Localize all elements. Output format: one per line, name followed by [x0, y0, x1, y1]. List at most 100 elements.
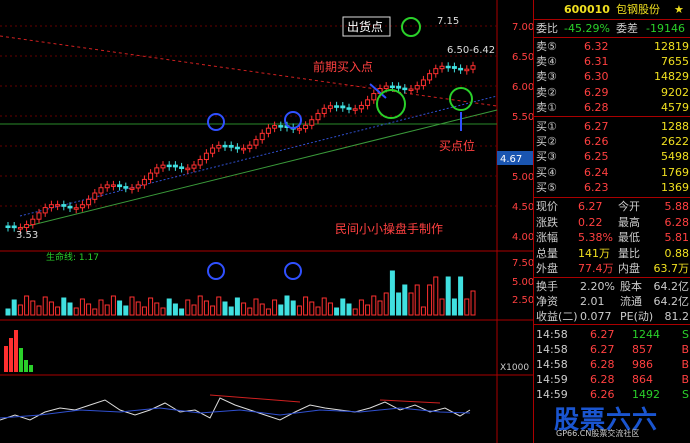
- bid-price: 6.23: [584, 180, 609, 194]
- uptrend-line: [19, 109, 498, 229]
- volume-bar: [290, 300, 296, 316]
- candle: [160, 164, 166, 169]
- ask-volume: 4579: [661, 100, 689, 114]
- candle: [439, 65, 445, 70]
- star-icon[interactable]: ★: [674, 2, 684, 17]
- candle: [296, 128, 302, 131]
- candle: [389, 85, 395, 89]
- candle: [241, 147, 247, 151]
- resistance-line: [0, 35, 498, 107]
- volume-bar: [234, 297, 240, 316]
- bid-label: 买⑤: [536, 180, 557, 194]
- fund-label: 净资: [536, 295, 558, 308]
- prior-buy-circle: [376, 89, 406, 119]
- stat-value: 6.28: [664, 215, 690, 229]
- bid-volume: 2622: [661, 135, 689, 149]
- volume-bar: [36, 305, 42, 316]
- quote-header: 600010 包钢股份 ★: [534, 2, 690, 17]
- stat-row: 总量 141万 量比 0.88: [534, 246, 690, 261]
- volume-bar: [352, 308, 358, 316]
- volume-bar: [86, 303, 92, 316]
- volume-bar: [402, 284, 408, 316]
- fundamental-row: 收益(二) 0.077 PE(动) 81.2: [534, 309, 690, 324]
- ask-label: 卖①: [536, 100, 557, 114]
- candle: [433, 68, 439, 75]
- candle: [24, 224, 30, 229]
- ask-row: 卖⑤ 6.32 12819: [534, 39, 690, 54]
- tick-time: 14:58: [536, 328, 568, 341]
- range-label: 6.50-6.42: [447, 45, 495, 56]
- price-tick: 5.50: [512, 112, 533, 123]
- watermark-label: 民间小小操盘手制作: [335, 221, 443, 236]
- stat-label: 量比: [618, 246, 640, 260]
- candle: [148, 172, 154, 180]
- volume-bar: [253, 298, 259, 316]
- candle: [185, 167, 191, 171]
- volume-bar: [358, 299, 364, 316]
- volume-bar: [309, 301, 315, 316]
- volume-bar: [73, 307, 79, 316]
- candle: [191, 164, 197, 169]
- bid-row: 买⑤ 6.23 1369: [534, 180, 690, 195]
- volume-bar: [346, 303, 352, 316]
- fund-label: 收益(二): [536, 310, 578, 323]
- volume-bar: [439, 298, 445, 316]
- candle: [135, 184, 141, 189]
- volume-bar: [241, 302, 247, 316]
- fund-label: 股本: [620, 280, 642, 293]
- candle: [203, 152, 209, 161]
- kline-chart[interactable]: 7.00 6.50 6.00 5.50 5.00 4.50 4.00 4.67 …: [0, 0, 533, 443]
- tick-volume: 986: [632, 358, 653, 371]
- volume-bar: [166, 298, 172, 316]
- candle: [48, 204, 54, 209]
- candle: [272, 125, 278, 129]
- ask-label: 卖⑤: [536, 40, 557, 53]
- volume-bar: [5, 308, 11, 316]
- volume-bar: [104, 304, 110, 316]
- volume-bar: [197, 295, 203, 316]
- tick-row: 14:58 6.27 857 B: [534, 342, 690, 357]
- candle: [371, 93, 377, 101]
- price-tick: 5.00: [512, 172, 533, 183]
- prior-buy-label: 前期买入点: [313, 59, 373, 74]
- fund-value: 64.2亿: [653, 295, 690, 308]
- volume-bar: [55, 306, 61, 316]
- order-ratio-row: 委比 -45.29% 委差 -19146: [534, 21, 690, 36]
- ask-row: 卖③ 6.30 14829: [534, 69, 690, 84]
- volume-bar: [42, 296, 48, 316]
- candlesticks: [5, 61, 476, 234]
- candle: [427, 73, 433, 81]
- candle: [141, 178, 147, 186]
- ask-label: 卖②: [536, 85, 557, 99]
- tick-row: 14:59 6.28 864 B: [534, 372, 690, 387]
- volume-bar: [365, 304, 371, 316]
- ask-price: 6.31: [584, 55, 609, 69]
- divider: [534, 37, 690, 38]
- candle: [123, 186, 129, 189]
- candle: [73, 207, 79, 210]
- candle: [110, 184, 116, 187]
- buy-point-circle: [449, 87, 473, 111]
- candle: [414, 85, 420, 90]
- volume-tick: 7.50: [512, 258, 533, 269]
- volume-bar: [278, 304, 284, 316]
- stat-label: 最高: [618, 215, 640, 229]
- candle: [79, 204, 85, 209]
- volume-bar: [98, 299, 104, 316]
- ma-line: [19, 95, 498, 217]
- stat-label: 外盘: [536, 262, 558, 275]
- bid-label: 买④: [536, 165, 557, 179]
- bid-price: 6.25: [584, 150, 609, 164]
- candle: [36, 212, 42, 220]
- candle: [222, 144, 228, 148]
- candle: [358, 104, 364, 110]
- stat-row: 涨跌 0.22 最高 6.28: [534, 215, 690, 230]
- ask-price: 6.29: [584, 85, 609, 99]
- candle: [129, 187, 135, 190]
- price-tick: 7.00: [512, 22, 533, 33]
- ask-label: 卖④: [536, 55, 557, 69]
- volume-bar: [179, 308, 185, 316]
- volume-bar: [303, 296, 309, 316]
- candle: [464, 68, 470, 72]
- tick-volume: 864: [632, 373, 653, 386]
